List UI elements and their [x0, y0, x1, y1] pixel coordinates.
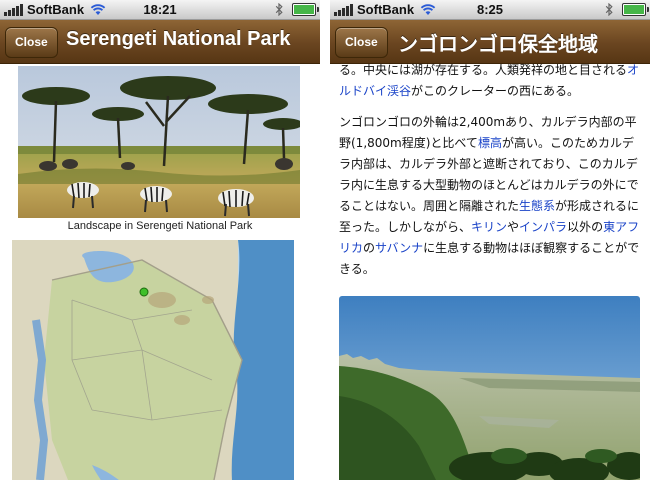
- status-bar: SoftBank 18:21: [0, 0, 320, 20]
- tanzania-map[interactable]: [12, 240, 294, 480]
- navigation-bar: Close ンゴロンゴロ保全地域: [330, 20, 650, 64]
- article-text: る。中央には湖が存在する。人類発祥の地と目されるオルドバイ渓谷がこのクレーターの…: [339, 64, 642, 280]
- status-time: 18:21: [143, 2, 177, 17]
- bluetooth-icon: [605, 3, 613, 16]
- paragraph-text: がこのクレーターの西にある。: [411, 84, 580, 98]
- paragraph-text: 以外の: [567, 220, 604, 234]
- navigation-bar: Close Serengeti National Park: [0, 20, 320, 64]
- paragraph: ンゴロンゴロの外輪は2,400mあり、カルデラ内部の平野(1,800m程度)と比…: [339, 112, 642, 280]
- status-time: 8:25: [476, 2, 504, 17]
- link-elevation[interactable]: 標高: [478, 136, 502, 150]
- article-content[interactable]: る。中央には湖が存在する。人類発祥の地と目されるオルドバイ渓谷がこのクレーターの…: [330, 64, 650, 480]
- battery-icon: [622, 3, 649, 16]
- paragraph-text: や: [507, 220, 520, 234]
- nav-title: ンゴロンゴロ保全地域: [398, 34, 598, 56]
- link-savanna[interactable]: サバンナ: [375, 241, 423, 255]
- link-impala[interactable]: インパラ: [519, 220, 567, 234]
- close-button[interactable]: Close: [5, 27, 58, 58]
- photo-caption: Landscape in Serengeti National Park: [67, 220, 253, 232]
- article-content[interactable]: Landscape in Serengeti National Park: [0, 64, 320, 480]
- nav-title: Serengeti National Park: [66, 28, 291, 50]
- right-screen: SoftBank 8:25 Close ンゴロンゴロ保全地域 る。中央には湖が存…: [330, 0, 650, 480]
- screen-divider: [320, 0, 330, 480]
- serengeti-landscape-photo[interactable]: [18, 66, 300, 218]
- paragraph-text: の: [363, 241, 376, 255]
- paragraph: る。中央には湖が存在する。人類発祥の地と目されるオルドバイ渓谷がこのクレーターの…: [339, 64, 642, 102]
- battery-fill: [294, 5, 314, 14]
- ngorongoro-crater-photo[interactable]: [339, 296, 640, 480]
- link-ecosystem[interactable]: 生態系: [519, 199, 555, 213]
- battery-icon: [292, 3, 319, 16]
- link-giraffe[interactable]: キリン: [471, 220, 507, 234]
- status-bar: SoftBank 8:25: [330, 0, 650, 20]
- close-button[interactable]: Close: [335, 27, 388, 58]
- paragraph-text: る。中央には湖が存在する。人類発祥の地と目される: [339, 64, 628, 77]
- left-screen: SoftBank 18:21 Close Serengeti National …: [0, 0, 320, 480]
- bluetooth-icon: [275, 3, 283, 16]
- battery-fill: [624, 5, 644, 14]
